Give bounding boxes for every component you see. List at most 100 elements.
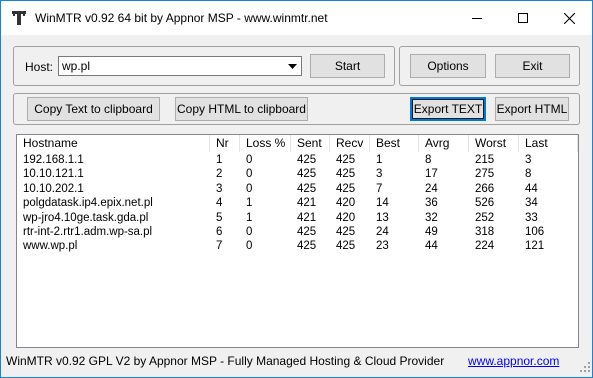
cell-avrg: 49 bbox=[425, 226, 438, 238]
cell-avrg: 44 bbox=[425, 240, 438, 253]
export-text-button[interactable]: Export TEXT bbox=[410, 97, 486, 121]
cell-last: 3 bbox=[525, 154, 532, 166]
cell-avrg: 17 bbox=[425, 168, 438, 181]
results-listview[interactable]: Hostname Nr Loss % Sent Recv Best Avrg W… bbox=[16, 134, 579, 348]
title-bar[interactable]: WinMTR v0.92 64 bit by Appnor MSP - www.… bbox=[1, 1, 592, 35]
table-row[interactable]: wp-jro4.10ge.task.gda.pl 5 1 421 420 13 32 252 3… bbox=[17, 211, 578, 225]
cell-avrg: 8 bbox=[425, 154, 432, 166]
column-header-loss[interactable]: Loss % bbox=[240, 135, 291, 152]
cell-sent: 421 bbox=[297, 197, 317, 210]
table-row[interactable]: polgdatask.ip4.epix.net.pl 4 1 421 420 14 36 52… bbox=[17, 196, 578, 210]
cell-sent: 425 bbox=[297, 226, 317, 238]
cell-hostname: rtr-int-2.rtr1.adm.wp-sa.pl bbox=[23, 226, 153, 238]
cell-best: 13 bbox=[376, 211, 389, 224]
column-header-sent[interactable]: Sent bbox=[291, 135, 330, 152]
close-button[interactable] bbox=[546, 1, 592, 35]
cell-nr: 6 bbox=[216, 226, 223, 238]
maximize-icon bbox=[518, 13, 528, 23]
cell-hostname: www.wp.pl bbox=[23, 240, 78, 253]
column-header-avrg[interactable]: Avrg bbox=[419, 135, 469, 152]
cell-avrg: 36 bbox=[425, 197, 438, 210]
cell-sent: 425 bbox=[297, 182, 317, 195]
column-header-recv[interactable]: Recv bbox=[330, 135, 370, 152]
cell-loss: 0 bbox=[246, 226, 253, 238]
chevron-down-icon[interactable] bbox=[284, 57, 301, 75]
host-combobox[interactable] bbox=[58, 56, 302, 76]
minimize-icon bbox=[472, 18, 482, 19]
minimize-button[interactable] bbox=[454, 1, 500, 35]
cell-worst: 266 bbox=[475, 182, 495, 195]
cell-hostname: 10.10.121.1 bbox=[23, 168, 84, 181]
options-button[interactable]: Options bbox=[410, 54, 486, 78]
cell-worst: 215 bbox=[475, 154, 495, 166]
cell-hostname: wp-jro4.10ge.task.gda.pl bbox=[23, 211, 149, 224]
cell-loss: 1 bbox=[246, 211, 253, 224]
cell-avrg: 24 bbox=[425, 182, 438, 195]
maximize-button[interactable] bbox=[500, 1, 546, 35]
table-row[interactable]: 192.168.1.1 1 0 425 425 1 8 215 3 bbox=[17, 153, 578, 167]
cell-nr: 4 bbox=[216, 197, 223, 210]
column-header-nr[interactable]: Nr bbox=[210, 135, 240, 152]
host-label: Host: bbox=[25, 60, 54, 74]
cell-loss: 0 bbox=[246, 182, 253, 195]
table-row[interactable]: rtr-int-2.rtr1.adm.wp-sa.pl 6 0 425 425 24 49 3… bbox=[17, 225, 578, 239]
cell-sent: 425 bbox=[297, 168, 317, 181]
cell-best: 7 bbox=[376, 182, 383, 195]
cell-best: 3 bbox=[376, 168, 383, 181]
cell-nr: 1 bbox=[216, 154, 223, 166]
cell-worst: 275 bbox=[475, 168, 495, 181]
cell-recv: 425 bbox=[336, 154, 356, 166]
winmtr-window: WinMTR v0.92 64 bit by Appnor MSP - www.… bbox=[0, 0, 593, 378]
copy-text-button[interactable]: Copy Text to clipboard bbox=[27, 97, 160, 121]
column-header-best[interactable]: Best bbox=[370, 135, 419, 152]
copy-html-button[interactable]: Copy HTML to clipboard bbox=[175, 97, 308, 121]
cell-recv: 420 bbox=[336, 211, 356, 224]
export-html-button[interactable]: Export HTML bbox=[495, 97, 569, 121]
cell-worst: 252 bbox=[475, 211, 495, 224]
cell-loss: 0 bbox=[246, 154, 253, 166]
cell-last: 106 bbox=[525, 226, 545, 238]
cell-last: 121 bbox=[525, 240, 545, 253]
winmtr-app-icon bbox=[11, 10, 27, 26]
status-bar: WinMTR v0.92 GPL V2 by Appnor MSP - Full… bbox=[1, 350, 592, 377]
cell-loss: 0 bbox=[246, 168, 253, 181]
cell-nr: 2 bbox=[216, 168, 223, 181]
cell-hostname: polgdatask.ip4.epix.net.pl bbox=[23, 197, 153, 210]
column-header-last[interactable]: Last bbox=[519, 135, 578, 152]
cell-best: 14 bbox=[376, 197, 389, 210]
cell-recv: 425 bbox=[336, 240, 356, 253]
table-row[interactable]: www.wp.pl 7 0 425 425 23 44 224 121 bbox=[17, 239, 578, 253]
cell-nr: 5 bbox=[216, 211, 223, 224]
cell-sent: 421 bbox=[297, 211, 317, 224]
cell-hostname: 192.168.1.1 bbox=[23, 154, 84, 166]
cell-last: 44 bbox=[525, 182, 538, 195]
list-header: Hostname Nr Loss % Sent Recv Best Avrg W… bbox=[17, 135, 578, 152]
column-header-hostname[interactable]: Hostname bbox=[17, 135, 210, 152]
close-icon bbox=[563, 12, 575, 24]
resize-grip-icon[interactable] bbox=[580, 361, 590, 375]
table-row[interactable]: 10.10.202.1 3 0 425 425 7 24 266 44 bbox=[17, 182, 578, 196]
start-button[interactable]: Start bbox=[310, 54, 385, 78]
cell-recv: 425 bbox=[336, 168, 356, 181]
cell-last: 34 bbox=[525, 197, 538, 210]
cell-recv: 420 bbox=[336, 197, 356, 210]
cell-worst: 526 bbox=[475, 197, 495, 210]
cell-hostname: 10.10.202.1 bbox=[23, 182, 84, 195]
cell-best: 24 bbox=[376, 226, 389, 238]
cell-recv: 425 bbox=[336, 182, 356, 195]
exit-button[interactable]: Exit bbox=[495, 54, 570, 78]
cell-worst: 224 bbox=[475, 240, 495, 253]
cell-loss: 0 bbox=[246, 240, 253, 253]
column-header-worst[interactable]: Worst bbox=[469, 135, 519, 152]
cell-worst: 318 bbox=[475, 226, 495, 238]
cell-avrg: 32 bbox=[425, 211, 438, 224]
host-input[interactable] bbox=[61, 58, 283, 74]
cell-sent: 425 bbox=[297, 154, 317, 166]
window-title: WinMTR v0.92 64 bit by Appnor MSP - www.… bbox=[35, 11, 328, 25]
appnor-link[interactable]: www.appnor.com bbox=[468, 354, 559, 368]
status-text: WinMTR v0.92 GPL V2 by Appnor MSP - Full… bbox=[6, 354, 445, 368]
table-row[interactable]: 10.10.121.1 2 0 425 425 3 17 275 8 bbox=[17, 167, 578, 181]
cell-loss: 1 bbox=[246, 197, 253, 210]
cell-last: 33 bbox=[525, 211, 538, 224]
cell-nr: 3 bbox=[216, 182, 223, 195]
